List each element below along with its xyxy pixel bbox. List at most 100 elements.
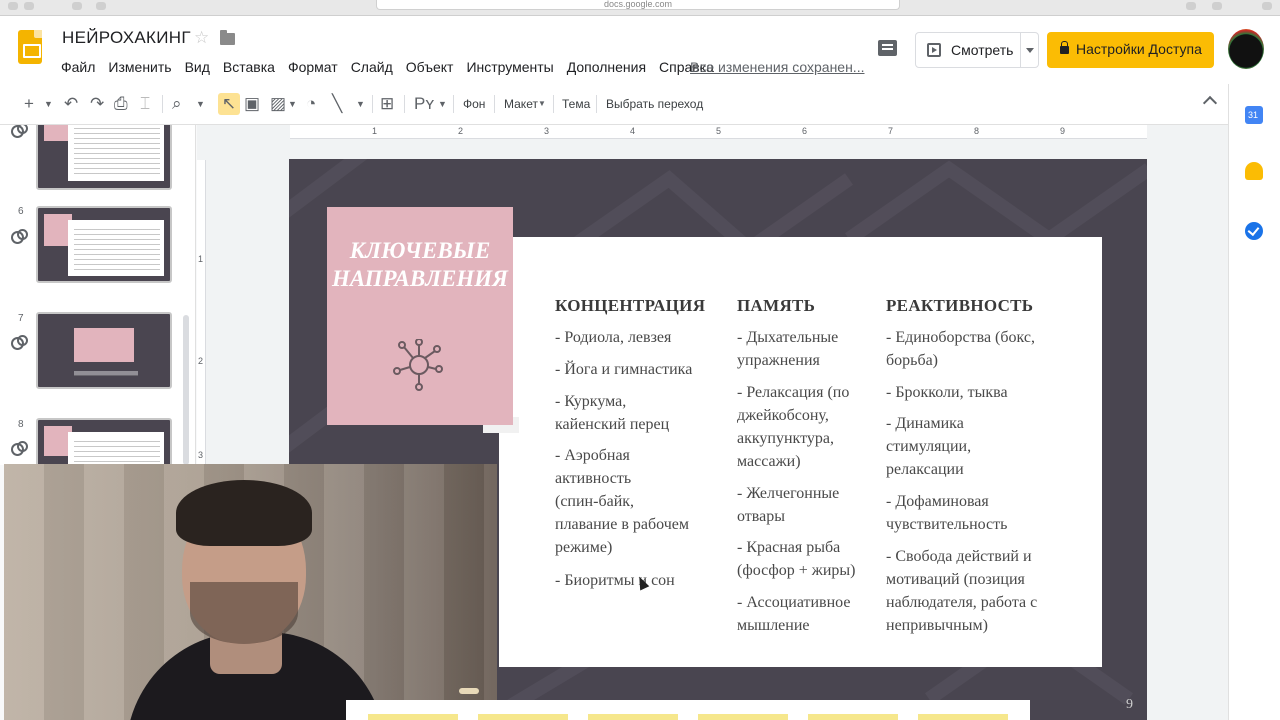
column-heading-concentration[interactable]: КОНЦЕНТРАЦИЯ xyxy=(555,296,705,316)
presenter-beard xyxy=(190,582,298,644)
list-item[interactable]: - Биоритмы и сон xyxy=(555,569,675,592)
share-button[interactable]: Настройки Доступа xyxy=(1047,32,1214,68)
list-item[interactable]: - Родиола, левзея xyxy=(555,326,671,349)
keep-icon[interactable] xyxy=(1245,162,1263,180)
list-item[interactable]: - Единоборства (бокс, борьба) xyxy=(886,326,1035,372)
line-icon[interactable]: ╲ xyxy=(332,93,342,115)
save-status[interactable]: Все изменения сохранен... xyxy=(690,59,864,75)
side-panel xyxy=(1228,84,1280,720)
chevron-down-icon[interactable]: ▼ xyxy=(438,93,447,115)
chevron-down-icon[interactable] xyxy=(1026,48,1034,53)
zoom-icon[interactable]: ⌕ xyxy=(172,93,182,115)
list-item[interactable]: - Куркума, кайенский перец xyxy=(555,390,669,436)
add-comment-icon[interactable]: ⊞ xyxy=(380,93,394,115)
webcam-overlay xyxy=(4,464,497,720)
address-bar[interactable]: docs.google.com xyxy=(376,0,900,10)
column-heading-memory[interactable]: ПАМЯТЬ xyxy=(737,296,815,316)
chevron-down-icon[interactable]: ▼ xyxy=(196,93,205,115)
image-icon[interactable]: ▨ xyxy=(270,93,286,115)
new-slide-icon[interactable]: + xyxy=(24,93,34,115)
text-box-icon[interactable]: ▣ xyxy=(244,93,260,115)
select-tool-icon[interactable]: ↖ xyxy=(218,93,240,115)
app-header: НЕЙРОХАКИНГ ☆ Файл Изменить Вид Вставка … xyxy=(0,16,1280,84)
theme-button[interactable]: Тема xyxy=(562,93,590,115)
menu-addons[interactable]: Дополнения xyxy=(567,59,646,75)
divider xyxy=(596,95,597,113)
list-item[interactable]: - Желчегонные отвары xyxy=(737,482,839,528)
menu-format[interactable]: Формат xyxy=(288,59,338,75)
redo-icon[interactable]: ↷ xyxy=(90,93,104,115)
layout-button[interactable]: Макет xyxy=(504,93,538,115)
tasks-icon[interactable] xyxy=(1245,222,1263,240)
list-item[interactable]: - Аэробная активность (спин-байк, плаван… xyxy=(555,444,689,559)
calendar-icon[interactable] xyxy=(1245,106,1263,124)
slide-thumbnail[interactable] xyxy=(36,312,172,389)
title-box[interactable]: КЛЮЧЕВЫЕ НАПРАВЛЕНИЯ xyxy=(327,207,513,425)
tabs-icon[interactable] xyxy=(1212,2,1222,10)
ruler-tick: 7 xyxy=(888,126,894,136)
paint-format-icon[interactable]: ⌶ xyxy=(140,93,150,115)
chevron-down-icon[interactable]: ▼ xyxy=(538,93,546,115)
menu-arrange[interactable]: Объект xyxy=(406,59,454,75)
list-item[interactable]: - Йога и гимнастика xyxy=(555,358,692,381)
list-item[interactable]: - Красная рыба (фосфор + жиры) xyxy=(737,536,855,582)
document-title[interactable]: НЕЙРОХАКИНГ xyxy=(62,28,191,48)
ruler-tick: 4 xyxy=(630,126,636,136)
network-icon xyxy=(393,339,443,391)
ruler-tick: 9 xyxy=(1060,126,1066,136)
avatar[interactable] xyxy=(1228,29,1264,69)
list-item[interactable]: - Релаксация (по джейкобсону, аккупункту… xyxy=(737,381,849,473)
slide-filmstrip[interactable]: 6 7 8 xyxy=(0,125,196,465)
input-tools-icon[interactable]: Рʏ xyxy=(414,93,434,115)
list-item[interactable]: - Дыхательные упражнения xyxy=(737,326,838,372)
menu-file[interactable]: Файл xyxy=(61,59,95,75)
folder-icon[interactable] xyxy=(220,30,235,45)
thumb-paper xyxy=(68,125,164,181)
chevron-down-icon[interactable]: ▼ xyxy=(356,93,365,115)
present-button[interactable]: Смотреть xyxy=(915,32,1039,68)
menu-insert[interactable]: Вставка xyxy=(223,59,275,75)
window-button[interactable] xyxy=(24,2,34,10)
slide-number: 6 xyxy=(18,206,24,217)
list-item[interactable]: - Дофаминовая чувствительность xyxy=(886,490,1007,536)
chevron-down-icon[interactable]: ▼ xyxy=(288,93,297,115)
list-item[interactable]: - Свобода действий и мотиваций (позиция … xyxy=(886,545,1037,637)
divider xyxy=(1020,33,1021,67)
window-button[interactable] xyxy=(8,2,18,10)
print-icon[interactable]: ⎙ xyxy=(114,93,128,115)
share-label: Настройки Доступа xyxy=(1076,41,1202,57)
slide-thumbnail[interactable] xyxy=(36,206,172,283)
horizontal-ruler[interactable]: 1 2 3 4 5 6 7 8 9 xyxy=(290,125,1147,139)
transition-button[interactable]: Выбрать переход xyxy=(606,93,703,115)
shape-icon[interactable]: ◔ xyxy=(306,93,316,115)
list-item[interactable]: - Брокколи, тыква xyxy=(886,381,1008,404)
list-item[interactable]: - Динамика стимуляции, релаксации xyxy=(886,412,971,481)
slide-thumbnail[interactable] xyxy=(36,125,172,190)
share-page-icon[interactable] xyxy=(1186,2,1196,10)
collapse-toolbar-icon[interactable] xyxy=(1202,95,1218,111)
menu-view[interactable]: Вид xyxy=(185,59,210,75)
menu-slide[interactable]: Слайд xyxy=(351,59,393,75)
slides-logo-icon[interactable] xyxy=(18,30,42,64)
vertical-ruler[interactable]: 1 2 3 xyxy=(197,160,206,465)
slide-title[interactable]: КЛЮЧЕВЫЕ НАПРАВЛЕНИЯ xyxy=(327,237,513,293)
new-tab-icon[interactable] xyxy=(1262,2,1272,10)
link-icon xyxy=(11,335,28,350)
menu-tools[interactable]: Инструменты xyxy=(466,59,553,75)
divider xyxy=(162,95,163,113)
column-heading-reactivity[interactable]: РЕАКТИВНОСТЬ xyxy=(886,296,1033,316)
ruler-tick: 2 xyxy=(198,356,204,366)
chevron-down-icon[interactable]: ▼ xyxy=(44,93,53,115)
filmstrip-scrollbar[interactable] xyxy=(183,315,189,465)
background-button[interactable]: Фон xyxy=(463,93,485,115)
slide-thumbnail[interactable] xyxy=(36,418,172,465)
divider xyxy=(553,95,554,113)
menu-edit[interactable]: Изменить xyxy=(108,59,171,75)
undo-icon[interactable]: ↶ xyxy=(64,93,78,115)
list-item[interactable]: - Ассоциативное мышление xyxy=(737,591,850,637)
back-icon[interactable] xyxy=(72,2,82,10)
link-icon xyxy=(11,229,28,244)
comment-history-icon[interactable] xyxy=(878,40,897,56)
forward-icon[interactable] xyxy=(96,2,106,10)
star-icon[interactable]: ☆ xyxy=(194,28,209,48)
